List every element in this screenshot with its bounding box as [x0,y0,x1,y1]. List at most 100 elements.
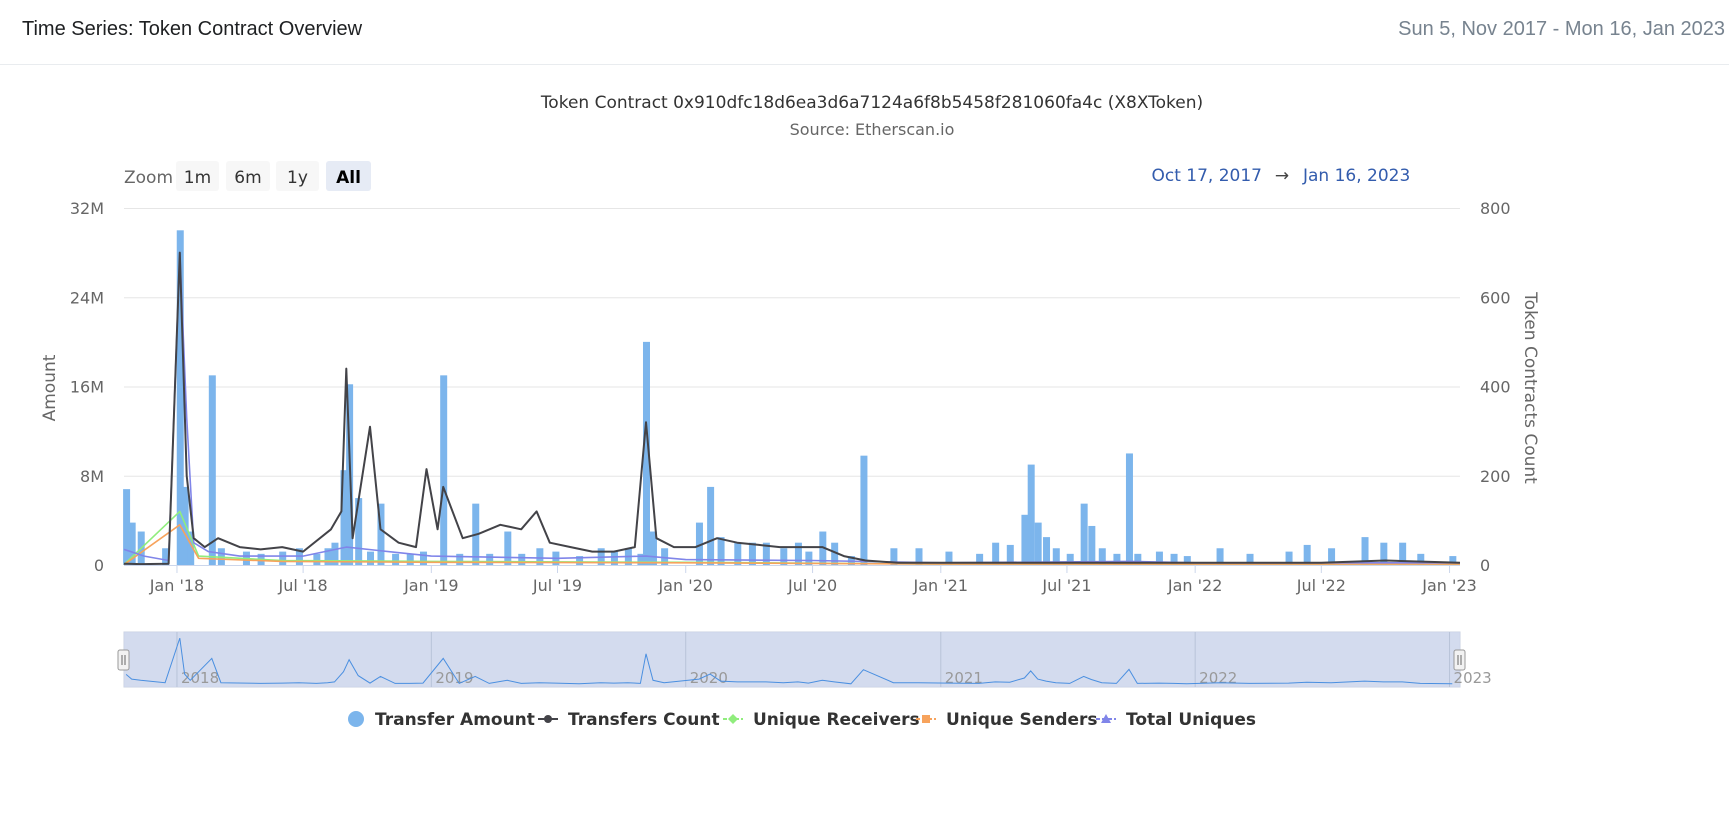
transfer-amount-bar [1027,464,1035,565]
navigator-year-label: 2022 [1199,669,1237,687]
legend-item-transfers-count[interactable]: Transfers Count [538,710,720,730]
legend-label[interactable]: Total Uniques [1126,710,1256,730]
navigator-handle-right-box[interactable] [1453,649,1466,671]
y2-axis-ticks: 0 200 400 600 800 [1480,199,1511,575]
x-tick-label: Jan '20 [657,576,713,595]
transfer-amount-bar [1088,525,1096,565]
y2-axis-label: Token Contracts Count [1520,291,1540,484]
y2-tick-label: 0 [1480,556,1490,575]
legend-square-marker-icon [922,715,930,723]
transfer-amount-bars [123,230,1457,565]
date-range-label: Sun 5, Nov 2017 - Mon 16, Jan 2023 [1398,18,1725,40]
navigator-year-label: 2023 [1454,669,1492,687]
x-tick-label: Jul '21 [1041,576,1091,595]
legend-label[interactable]: Transfers Count [568,710,720,730]
x-tick-label: Jan '23 [1421,576,1477,595]
range-arrow: → [1275,166,1289,186]
y-tick-label: 8M [80,467,104,486]
zoom-button-label[interactable]: 1y [287,168,308,188]
navigator-handle-left[interactable] [117,649,130,671]
transfer-amount-bar [486,553,494,565]
transfer-amount-bar [518,553,526,565]
x-tick-label: Jul '19 [532,576,582,595]
transfer-amount-bar [279,551,287,565]
grid-lines [124,208,1460,477]
navigator-handle-left-box[interactable] [117,649,130,671]
chart-container: Token Contract 0x910dfc18d6ea3d6a7124a6f… [20,65,1725,832]
transfer-amount-bar [208,375,216,565]
range-from[interactable]: Oct 17, 2017 [1152,166,1263,186]
navigator-year-label: 2020 [690,669,728,687]
chart-svg: Token Contract 0x910dfc18d6ea3d6a7124a6f… [40,93,1540,730]
x-tick-label: Jan '21 [913,576,969,595]
navigator[interactable]: 2018 2019 2020 2021 2022 2023 [117,631,1492,688]
navigator-year-label: 2021 [945,669,983,687]
y2-tick-label: 800 [1480,199,1511,218]
zoom-button-All[interactable]: All [326,161,371,191]
navigator-handle-right[interactable] [1453,649,1466,671]
transfer-amount-bar [1034,522,1042,565]
y-tick-label: 0 [94,556,104,575]
range-to[interactable]: Jan 16, 2023 [1302,166,1410,186]
transfer-amount-bar [406,553,414,565]
transfer-amount-bar [1080,503,1088,565]
y-tick-label: 32M [70,199,104,218]
y2-tick-label: 200 [1480,467,1511,486]
legend-label[interactable]: Unique Senders [946,710,1098,730]
navigator-selection[interactable] [124,632,1460,687]
zoom-button-label[interactable]: All [336,168,361,188]
zoom-button-1m[interactable]: 1m [176,161,219,191]
y-tick-label: 16M [70,378,104,397]
navigator-year-label: 2019 [435,669,473,687]
unique-senders-line [123,524,1460,566]
legend-label[interactable]: Unique Receivers [753,710,920,730]
y2-tick-label: 600 [1480,288,1511,307]
unique-receivers-line [123,510,1460,566]
legend-item-transfer-amount[interactable]: Transfer Amount [348,710,535,730]
page-header: Time Series: Token Contract Overview Sun… [0,0,1729,65]
page-title: Time Series: Token Contract Overview [22,18,363,40]
transfer-amount-bar [1125,453,1133,565]
range-display: Oct 17, 2017 → Jan 16, 2023 [1152,166,1411,186]
legend-item-unique-receivers[interactable]: Unique Receivers [723,710,920,730]
transfer-amount-bar [734,542,742,565]
transfer-amount-bar [860,455,868,565]
y-axis-label: Amount [40,354,60,421]
transfer-amount-bar [440,375,448,565]
transfer-amount-bar [748,542,756,565]
x-tick-label: Jan '22 [1167,576,1223,595]
x-tick-label: Jul '18 [278,576,328,595]
x-tick-label: Jan '19 [403,576,459,595]
transfer-amount-bar [717,537,725,565]
total-uniques-line [123,251,1460,564]
navigator-year-label: 2018 [181,669,219,687]
zoom-button-label[interactable]: 1m [184,168,211,188]
zoom-button-label[interactable]: 6m [234,168,261,188]
transfer-amount-bar [707,486,715,565]
legend-diamond-marker-icon [728,714,738,724]
transfer-amount-bar [1021,514,1029,565]
transfer-amount-bar [1380,542,1388,565]
zoom-button-6m[interactable]: 6m [226,161,270,191]
legend: Transfer Amount Transfers Count Unique Rec… [348,710,1256,730]
transfer-amount-bar [456,553,464,565]
series-lines [123,251,1461,566]
legend-label[interactable]: Transfer Amount [375,710,535,730]
transfer-amount-bar [1043,537,1051,565]
transfer-amount-bar [355,498,363,565]
legend-item-total-uniques[interactable]: Total Uniques [1096,710,1256,730]
transfer-amount-bar [313,553,321,565]
x-tick-label: Jul '22 [1296,576,1346,595]
zoom-button-group: 1m 6m 1y All [176,161,371,191]
legend-circle-marker-icon [544,715,552,723]
transfer-amount-bar [367,551,375,565]
x-tick-label: Jan '18 [149,576,205,595]
legend-circle-icon [348,711,364,727]
transfer-amount-bar [504,531,512,565]
x-tick-label: Jul '20 [787,576,837,595]
zoom-button-1y[interactable]: 1y [276,161,319,191]
transfers-count-line [123,251,1461,566]
legend-item-unique-senders[interactable]: Unique Senders [916,710,1098,730]
zoom-label: Zoom [124,168,173,188]
transfer-amount-bar [794,542,802,565]
